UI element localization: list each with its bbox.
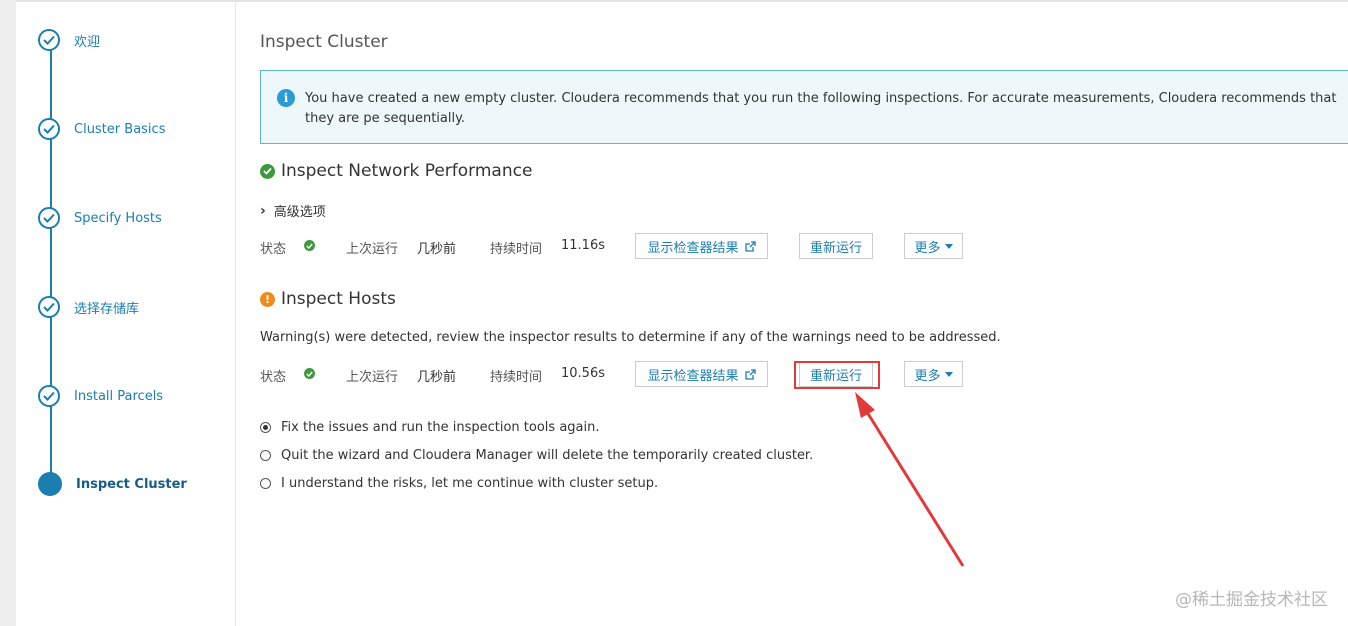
annotation-arrow-icon	[855, 392, 965, 567]
watermark: @稀土掘金技术社区	[1175, 590, 1328, 610]
